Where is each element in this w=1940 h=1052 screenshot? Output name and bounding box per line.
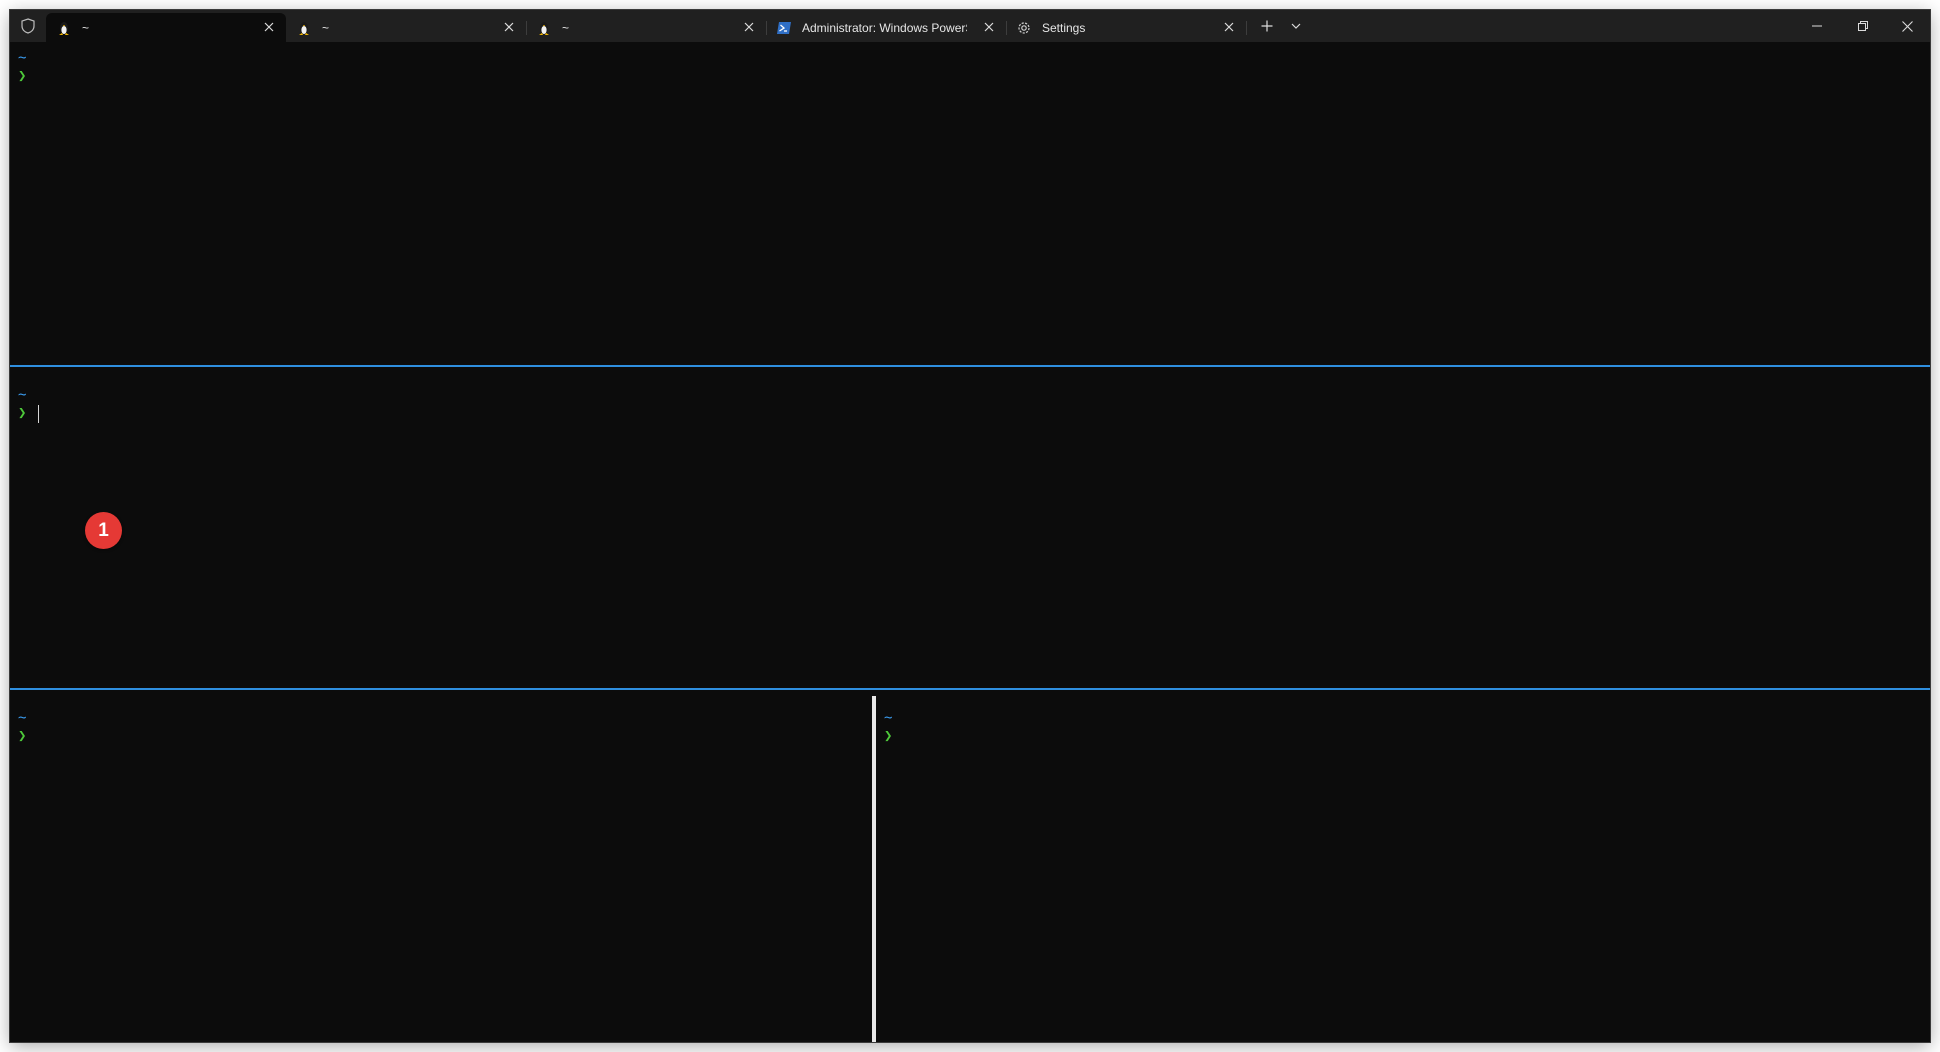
prompt-arrow: ❯: [18, 68, 27, 84]
linux-penguin-icon: [296, 20, 312, 36]
prompt-arrow: ❯: [884, 728, 893, 744]
tab-5[interactable]: Settings: [1006, 13, 1246, 42]
gear-icon: [1016, 20, 1032, 36]
prompt-directory: ~: [18, 50, 27, 66]
minimize-button[interactable]: [1794, 10, 1840, 42]
terminal-window: ~ ~ ~ Administrator: Windows Power Setti…: [10, 10, 1930, 1042]
annotation-badge: 1: [85, 512, 122, 549]
tab-title: ~: [322, 20, 330, 35]
terminal-pane-4[interactable]: ~ ❯: [876, 690, 1930, 1042]
prompt-arrow: ❯: [18, 405, 27, 421]
linux-penguin-icon: [536, 20, 552, 36]
plus-icon: [1261, 20, 1273, 32]
tab-title: ~: [562, 20, 570, 35]
close-icon: [1901, 20, 1913, 32]
tab-dropdown-button[interactable]: [1288, 17, 1304, 35]
terminal-pane-1[interactable]: ~ ❯: [10, 42, 1930, 365]
prompt-directory: ~: [18, 387, 27, 403]
powershell-icon: [776, 20, 792, 36]
prompt-arrow: ❯: [18, 728, 27, 744]
tab-separator: [1246, 21, 1247, 35]
tab-title: ~: [82, 20, 90, 35]
tab-bar: ~ ~ ~ Administrator: Windows Power Setti…: [10, 10, 1930, 42]
linux-penguin-icon: [56, 20, 72, 36]
restore-button[interactable]: [1840, 10, 1886, 42]
chevron-down-icon: [1291, 23, 1301, 29]
terminal-pane-3[interactable]: ~ ❯: [10, 690, 872, 1042]
close-icon[interactable]: [982, 20, 996, 34]
close-window-button[interactable]: [1884, 10, 1930, 42]
restore-icon: [1858, 21, 1868, 31]
tab-3[interactable]: ~: [526, 13, 766, 42]
tab-title: Administrator: Windows PowerShell: [802, 20, 967, 35]
minimize-icon: [1812, 25, 1822, 27]
tab-title: Settings: [1042, 20, 1086, 35]
terminal-pane-2[interactable]: ~ ❯: [10, 367, 1930, 688]
prompt-directory: ~: [18, 710, 27, 726]
tab-2[interactable]: ~: [286, 13, 526, 42]
close-icon[interactable]: [1222, 20, 1236, 34]
shield-icon: [18, 16, 38, 36]
new-tab-button[interactable]: [1258, 17, 1276, 35]
tab-1[interactable]: ~: [46, 13, 286, 42]
close-icon[interactable]: [742, 20, 756, 34]
close-icon[interactable]: [262, 20, 276, 34]
text-cursor: [38, 405, 39, 423]
close-icon[interactable]: [502, 20, 516, 34]
tab-4[interactable]: Administrator: Windows PowerShell: [766, 13, 1006, 42]
prompt-directory: ~: [884, 710, 893, 726]
